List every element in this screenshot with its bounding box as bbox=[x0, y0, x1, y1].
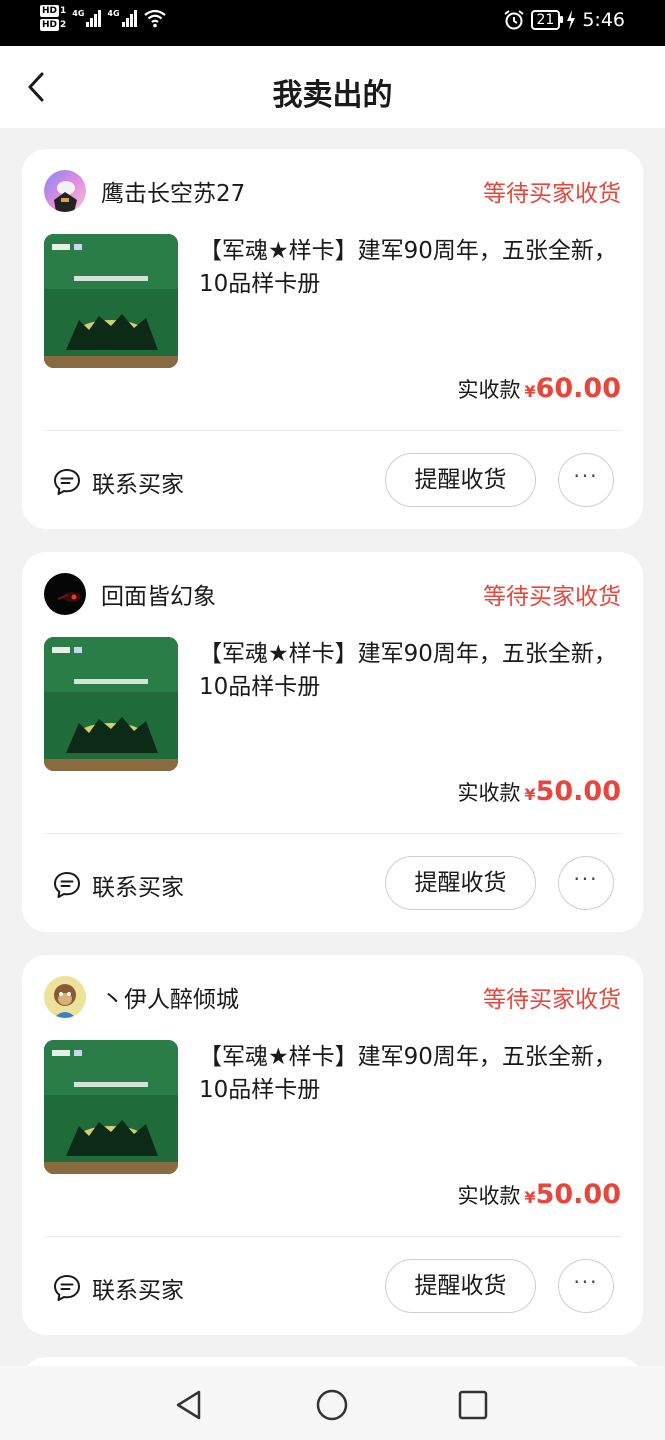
remind-receipt-button[interactable]: 提醒收货 bbox=[385, 1259, 536, 1313]
product-image[interactable] bbox=[44, 637, 178, 771]
product-title[interactable]: 【军魂★样卡】建军90周年，五张全新，10品样卡册 bbox=[199, 235, 623, 301]
status-left: HD 1 HD 2 4G 4G bbox=[40, 5, 167, 31]
order-card[interactable]: 鹰击长空苏27 等待买家收货 【军魂★样卡】建军90周年，五张全新，10品样卡册… bbox=[22, 149, 643, 529]
hd-indicators: HD 1 HD 2 bbox=[40, 5, 66, 31]
product-title[interactable]: 【军魂★样卡】建军90周年，五张全新，10品样卡册 bbox=[199, 1041, 623, 1107]
more-button[interactable]: ··· bbox=[558, 856, 614, 910]
nav-home-button[interactable] bbox=[315, 1388, 349, 1426]
contact-buyer-label: 联系买家 bbox=[92, 1278, 184, 1304]
square-recent-icon bbox=[458, 1390, 488, 1420]
more-button[interactable]: ··· bbox=[558, 453, 614, 507]
contact-buyer-button[interactable]: 联系买家 bbox=[52, 1271, 184, 1305]
status-right: 21 5:46 bbox=[503, 9, 625, 31]
order-card[interactable]: 丶伊人醉倾城 等待买家收货 【军魂★样卡】建军90周年，五张全新，10品样卡册 … bbox=[22, 955, 643, 1335]
nav-bar: 我卖出的 bbox=[0, 46, 665, 128]
price-label: 实收款 bbox=[457, 781, 521, 805]
page-title: 我卖出的 bbox=[272, 78, 393, 113]
divider bbox=[44, 430, 621, 431]
product-image[interactable] bbox=[44, 1040, 178, 1174]
chat-bubble-icon bbox=[54, 469, 80, 495]
divider bbox=[44, 1236, 621, 1237]
order-status: 等待买家收货 bbox=[483, 181, 621, 207]
divider bbox=[44, 833, 621, 834]
price-value: 60.00 bbox=[535, 373, 621, 404]
contact-buyer-label: 联系买家 bbox=[92, 875, 184, 901]
buyer-name[interactable]: 丶伊人醉倾城 bbox=[101, 980, 239, 1014]
circle-home-icon bbox=[316, 1389, 348, 1421]
currency-symbol: ¥ bbox=[524, 382, 536, 401]
price-row: 实收款 ¥ 60.00 bbox=[457, 373, 621, 404]
product-title[interactable]: 【军魂★样卡】建军90周年，五张全新，10品样卡册 bbox=[199, 638, 623, 704]
wifi-icon bbox=[143, 9, 166, 28]
order-card[interactable]: 回面皆幻象 等待买家收货 【军魂★样卡】建军90周年，五张全新，10品样卡册 实… bbox=[22, 552, 643, 932]
charging-icon bbox=[567, 10, 576, 30]
more-button[interactable]: ··· bbox=[558, 1259, 614, 1313]
system-nav-bar bbox=[0, 1366, 665, 1440]
price-row: 实收款 ¥ 50.00 bbox=[457, 776, 621, 807]
price-label: 实收款 bbox=[457, 1184, 521, 1208]
price-value: 50.00 bbox=[535, 1179, 621, 1210]
alarm-icon bbox=[503, 10, 524, 30]
nav-recent-button[interactable] bbox=[456, 1388, 490, 1426]
signal-icon-1: 4G bbox=[72, 9, 102, 27]
clock: 5:46 bbox=[582, 9, 625, 31]
signal-icon-2: 4G bbox=[107, 9, 137, 27]
buyer-avatar[interactable] bbox=[44, 170, 86, 212]
price-row: 实收款 ¥ 50.00 bbox=[457, 1179, 621, 1210]
status-bar: HD 1 HD 2 4G 4G 21 5:46 bbox=[0, 0, 665, 46]
triangle-back-icon bbox=[176, 1390, 201, 1420]
price-value: 50.00 bbox=[535, 776, 621, 807]
remind-receipt-button[interactable]: 提醒收货 bbox=[385, 453, 536, 507]
contact-buyer-button[interactable]: 联系买家 bbox=[52, 868, 184, 902]
order-status: 等待买家收货 bbox=[483, 987, 621, 1013]
contact-buyer-label: 联系买家 bbox=[92, 472, 184, 498]
price-label: 实收款 bbox=[457, 378, 521, 402]
remind-receipt-button[interactable]: 提醒收货 bbox=[385, 856, 536, 910]
contact-buyer-button[interactable]: 联系买家 bbox=[52, 465, 184, 499]
chat-bubble-icon bbox=[54, 872, 80, 898]
battery-icon: 21 bbox=[530, 10, 564, 30]
hd1-indicator: HD 1 bbox=[40, 5, 67, 17]
buyer-name[interactable]: 回面皆幻象 bbox=[101, 577, 216, 611]
currency-symbol: ¥ bbox=[524, 1188, 536, 1207]
currency-symbol: ¥ bbox=[524, 785, 536, 804]
buyer-avatar[interactable] bbox=[44, 573, 86, 615]
nav-back-button[interactable] bbox=[172, 1388, 206, 1426]
hd2-indicator: HD 2 bbox=[40, 19, 67, 31]
order-status: 等待买家收货 bbox=[483, 584, 621, 610]
buyer-avatar[interactable] bbox=[44, 976, 86, 1018]
buyer-name[interactable]: 鹰击长空苏27 bbox=[101, 174, 245, 208]
chat-bubble-icon bbox=[54, 1275, 80, 1301]
product-image[interactable] bbox=[44, 234, 178, 368]
